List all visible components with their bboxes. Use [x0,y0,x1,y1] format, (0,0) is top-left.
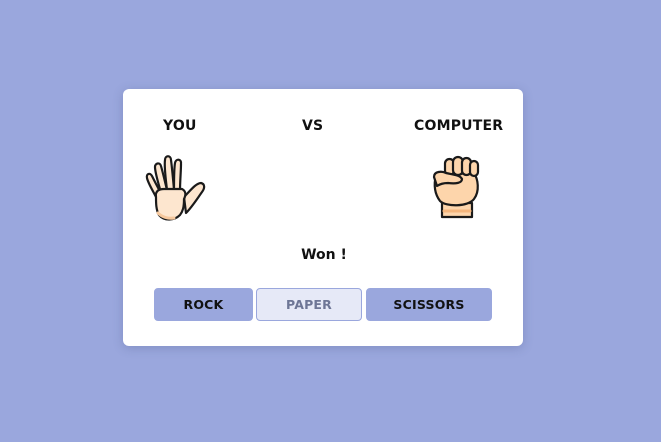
open-hand-icon [145,155,206,221]
computer-label: COMPUTER [414,118,504,134]
game-card: YOU VS COMPUTER Won ! ROCK PAPER SCISSOR… [123,89,523,346]
raised-fist-icon [432,155,480,219]
result-text: Won ! [301,247,347,263]
scissors-button[interactable]: SCISSORS [366,288,492,321]
paper-button[interactable]: PAPER [256,288,362,321]
vs-label: VS [302,118,324,134]
player-label: YOU [163,118,197,134]
rock-button[interactable]: ROCK [154,288,253,321]
